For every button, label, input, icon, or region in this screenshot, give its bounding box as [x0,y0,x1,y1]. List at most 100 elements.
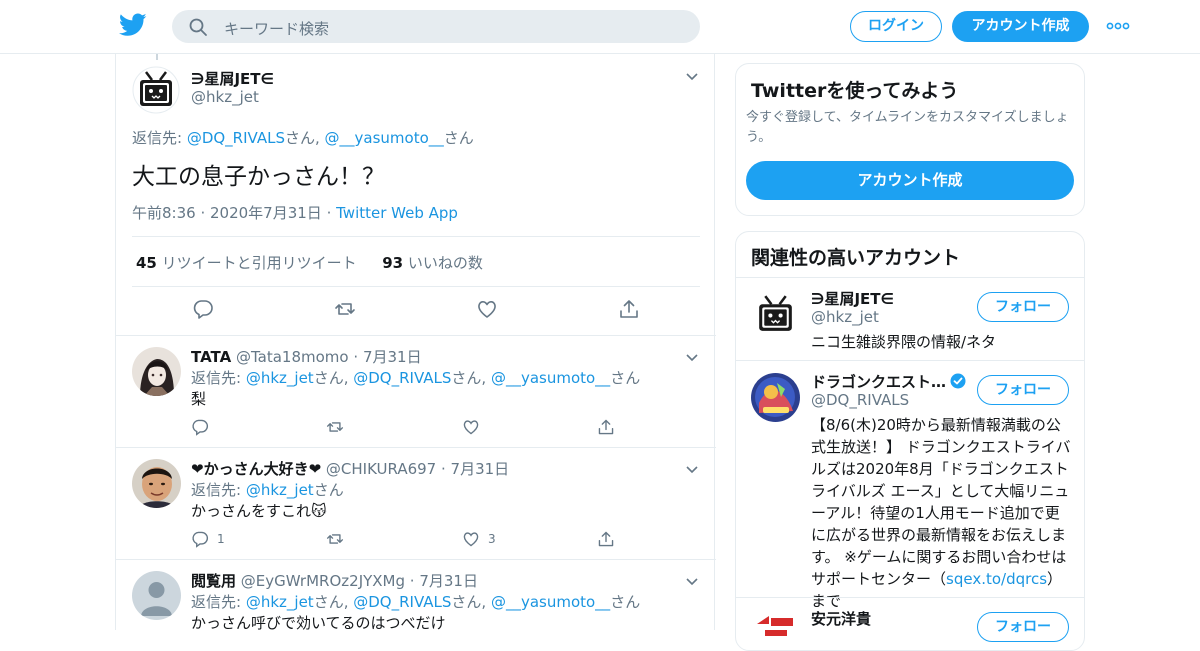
reply-action-bar [191,418,631,438]
related-accounts-title: 関連性の高いアカウント [751,247,961,269]
share-button[interactable] [597,418,615,436]
reply-text: かっさんをすこれ😽 [191,502,327,520]
retweet-stat[interactable]: 45 リツイートと引用リツイート [136,254,357,272]
retweet-button[interactable] [326,418,344,436]
tweet-author-name[interactable]: ∋星屑JET∈ [191,68,274,89]
account-handle[interactable]: @DQ_RIVALS [811,391,909,409]
related-account-item[interactable]: ∋星屑JET∈ @hkz_jet ニコ生雑談界隈の情報/ネタ フォロー [736,277,1084,361]
like-stat[interactable]: 93 いいねの数 [382,254,483,272]
mention-link[interactable]: @__yasumoto__ [491,593,610,611]
reply-text: 梨 [191,390,207,408]
share-icon [598,531,614,547]
login-button[interactable]: ログイン [850,11,942,42]
share-icon [598,419,614,435]
mention-link[interactable]: @hkz_jet [246,369,314,387]
more-options-icon[interactable] [1106,20,1130,32]
reply-button[interactable]: 1 [191,530,225,548]
account-avatar[interactable] [751,290,800,339]
reply-date[interactable]: 7月31日 [419,572,478,590]
default-avatar[interactable] [132,571,181,620]
reply-tweet[interactable]: ❤かっさん大好き❤ @CHIKURA697 · 7月31日 返信先: @hkz_… [116,447,716,559]
chevron-down-icon[interactable] [685,465,699,475]
reply-icon [192,531,209,548]
reply-author-handle[interactable]: @Tata18momo [236,348,349,366]
follow-button[interactable]: フォロー [977,375,1069,405]
account-bio: 【8/6(木)20時から最新情報満載の公式生放送！】 ドラゴンクエストライバルズ… [811,416,1071,610]
reply-header: TATA @Tata18momo · 7月31日 [191,348,422,366]
related-account-item[interactable]: 安元洋貴 フォロー [736,597,1084,650]
retweet-icon [326,422,344,432]
share-button[interactable] [597,530,615,548]
top-navigation-bar: キーワード検索 ログイン アカウント作成 [0,0,1200,54]
reply-to-line: 返信先: @hkz_jetさん, @DQ_RIVALSさん, @__yasumo… [191,369,641,387]
mention-link[interactable]: @DQ_RIVALS [187,129,285,147]
reply-author-name[interactable]: ❤かっさん大好き❤ [191,460,321,478]
tweet-author-handle[interactable]: @hkz_jet [191,88,259,106]
signup-card-subtitle: 今すぐ登録して、タイムラインをカスタマイズしましょう。 [746,110,1069,145]
retweet-icon[interactable] [334,298,356,320]
mention-link[interactable]: @__yasumoto__ [325,129,444,147]
reply-to-line: 返信先: @DQ_RIVALSさん, @__yasumoto__さん [132,129,474,147]
reply-date[interactable]: 7月31日 [451,460,510,478]
mention-link[interactable]: @DQ_RIVALS [353,369,451,387]
like-heart-icon [463,420,479,435]
related-account-item[interactable]: ドラゴンクエスト… @DQ_RIVALS 【8/6(木)20時から最新情報満載の… [736,360,1084,610]
tweet-time[interactable]: 午前8:36 [132,204,196,222]
reply-date[interactable]: 7月31日 [363,348,422,366]
mention-link[interactable]: @hkz_jet [246,593,314,611]
reply-button[interactable] [191,418,217,436]
account-name[interactable]: ∋星屑JET∈ [811,288,894,309]
create-account-button[interactable]: アカウント作成 [746,161,1074,200]
share-icon[interactable] [618,298,640,320]
account-name[interactable]: 安元洋貴 [811,608,871,629]
follow-button[interactable]: フォロー [977,612,1069,642]
like-heart-icon[interactable] [476,298,498,320]
search-input[interactable]: キーワード検索 [224,18,329,39]
reply-author-avatar[interactable] [132,347,181,396]
reply-tweet[interactable]: TATA @Tata18momo · 7月31日 返信先: @hkz_jetさん… [116,335,716,447]
chevron-down-icon[interactable] [685,72,699,82]
like-count: 3 [488,532,496,546]
mention-link[interactable]: @DQ_RIVALS [353,593,451,611]
chevron-down-icon[interactable] [685,577,699,587]
tweet-action-bar [116,298,716,322]
account-name[interactable]: ドラゴンクエスト… [811,371,966,392]
account-handle[interactable]: @hkz_jet [811,308,879,326]
retweet-button[interactable] [326,530,344,548]
reply-tweet[interactable]: 閲覧用 @EyGWrMROz2JYXMg · 7月31日 返信先: @hkz_j… [116,559,716,639]
chevron-down-icon[interactable] [685,353,699,363]
like-button[interactable]: 3 [462,530,496,548]
account-avatar[interactable] [751,610,800,650]
search-bar[interactable]: キーワード検索 [172,10,700,43]
signup-button[interactable]: アカウント作成 [952,11,1089,42]
mention-link[interactable]: @__yasumoto__ [491,369,610,387]
account-bio: ニコ生雑談界隈の情報/ネタ [811,333,997,351]
reply-author-avatar[interactable] [132,459,181,508]
account-avatar[interactable] [751,373,800,422]
tweet-metadata: 午前8:36 · 2020年7月31日 · Twitter Web App [132,204,458,222]
tweet-author-avatar[interactable] [132,66,180,114]
reply-header: 閲覧用 @EyGWrMROz2JYXMg · 7月31日 [191,572,478,590]
tweet-date[interactable]: 2020年7月31日 [210,204,322,222]
reply-author-name[interactable]: 閲覧用 [191,572,236,590]
related-accounts-card: 関連性の高いアカウント ∋星屑JET∈ @hkz_jet ニコ生雑談界隈の情報/… [735,231,1085,651]
follow-button[interactable]: フォロー [977,292,1069,322]
mention-link[interactable]: @hkz_jet [246,481,314,499]
signup-card-title: Twitterを使ってみよう [751,80,959,102]
tweet-source-link[interactable]: Twitter Web App [336,204,458,222]
tweet-stats: 45 リツイートと引用リツイート 93 いいねの数 [136,252,483,273]
reply-action-bar: 1 3 [191,530,631,550]
like-button[interactable] [462,418,488,436]
tweet-text: 大工の息子かっさん！？ [132,164,385,190]
reply-to-line: 返信先: @hkz_jetさん, @DQ_RIVALSさん, @__yasumo… [191,593,641,611]
like-heart-icon [463,532,479,547]
divider [132,286,700,287]
reply-count: 1 [217,532,225,546]
twitter-bird-logo[interactable] [119,13,147,37]
reply-author-name[interactable]: TATA [191,348,231,366]
search-icon [189,18,207,36]
bio-link[interactable]: sqex.to/dqrcs [946,570,1047,588]
reply-author-handle[interactable]: @CHIKURA697 [326,460,436,478]
reply-author-handle[interactable]: @EyGWrMROz2JYXMg [241,572,405,590]
reply-icon[interactable] [192,298,214,320]
